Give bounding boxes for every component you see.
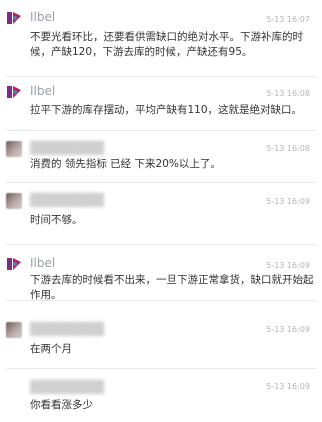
comment-text: 拉平下游的库存摆动，平均产缺有110，这就是绝对缺口。 bbox=[30, 104, 303, 116]
comment-text: 消费的 领先指标 已经 下来20%以上了。 bbox=[30, 158, 221, 170]
user-avatar[interactable] bbox=[6, 322, 22, 338]
timestamp: 5-13 16:09 bbox=[266, 197, 310, 206]
divider bbox=[6, 76, 316, 77]
username[interactable]: Ilbel bbox=[30, 10, 55, 24]
timestamp: 5-13 16:09 bbox=[266, 382, 310, 391]
brand-logo-icon[interactable] bbox=[6, 84, 22, 100]
divider bbox=[6, 182, 316, 183]
divider bbox=[6, 368, 316, 369]
comment-text: 时间不够。 bbox=[30, 214, 83, 226]
username[interactable]: ████████ bbox=[30, 322, 104, 336]
comment-text: 你看看涨多少 bbox=[30, 399, 93, 411]
username[interactable]: Ilbel bbox=[30, 256, 55, 270]
user-avatar[interactable] bbox=[6, 141, 22, 157]
comment-text: 不要光看环比，还要看供需缺口的绝对水平。下游补库的时候，产缺120，下游去库的时… bbox=[30, 31, 303, 58]
comment-text: 下游去库的时候看不出来，一旦下游正常拿货，缺口就开始起作用。 bbox=[30, 274, 314, 301]
divider bbox=[6, 130, 316, 131]
timestamp: 5-13 16:09 bbox=[266, 325, 310, 334]
username[interactable]: Ilbel bbox=[30, 84, 55, 98]
brand-logo-icon[interactable] bbox=[6, 256, 22, 272]
comment-text: 在两个月 bbox=[30, 343, 72, 355]
user-avatar[interactable] bbox=[6, 193, 22, 209]
comment-feed: Ilbel 5-13 16:07 不要光看环比，还要看供需缺口的绝对水平。下游补… bbox=[0, 0, 322, 422]
username[interactable]: ████████ bbox=[30, 141, 104, 155]
divider bbox=[6, 300, 316, 301]
brand-logo-icon[interactable] bbox=[6, 10, 22, 26]
username[interactable]: ████████ bbox=[30, 193, 104, 207]
timestamp: 5-13 16:08 bbox=[266, 144, 310, 153]
timestamp: 5-13 16:09 bbox=[266, 261, 310, 270]
username[interactable]: ████████ bbox=[30, 380, 104, 394]
divider bbox=[6, 244, 316, 245]
timestamp: 5-13 16:08 bbox=[266, 89, 310, 98]
timestamp: 5-13 16:07 bbox=[266, 15, 310, 24]
